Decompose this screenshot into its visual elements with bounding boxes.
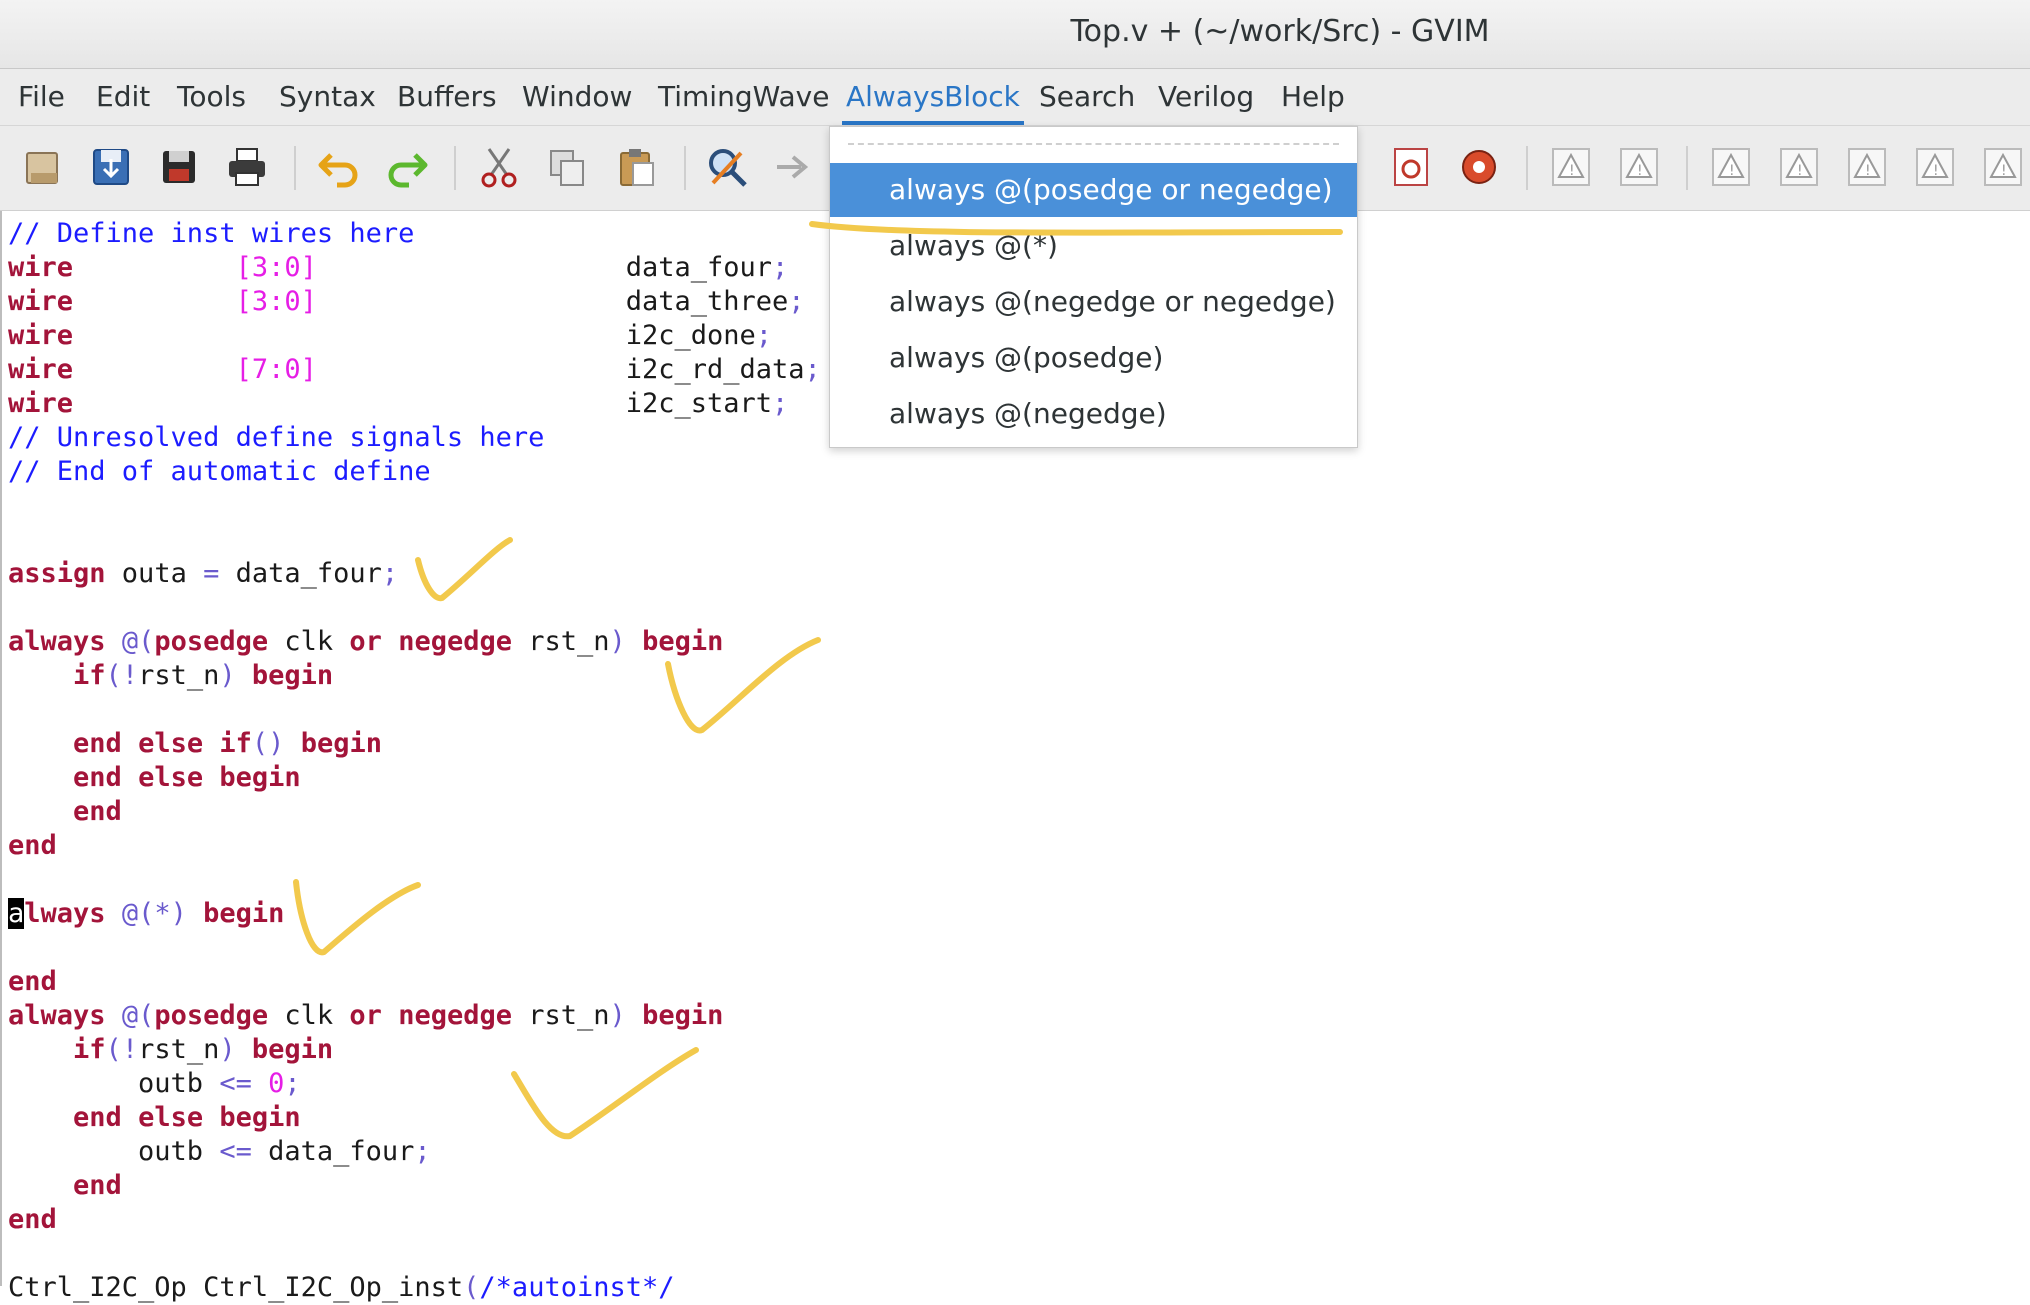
window-title: Top.v + (~/work/Src) - GVIM (1070, 14, 1490, 49)
code-line: // Define inst wires here (8, 218, 415, 249)
run-ctags-icon[interactable] (1456, 144, 1502, 190)
code-line: end else begin (73, 762, 301, 793)
tool-warning-icon[interactable]: ! (1980, 144, 2026, 190)
code-line: end (8, 830, 57, 861)
menu-buffers[interactable]: Buffers (393, 69, 501, 125)
toolbar-separator (1686, 146, 1688, 190)
svg-text:!: ! (2001, 163, 2007, 179)
code-line: wire i2c_done; (8, 320, 773, 351)
code-line: // End of automatic define (8, 456, 431, 487)
save-file-icon[interactable] (88, 144, 134, 190)
code-line: end (8, 1204, 57, 1235)
code-line: end (8, 966, 57, 997)
code-line: if(!rst_n) begin (73, 660, 334, 691)
cut-icon[interactable] (476, 144, 522, 190)
menuitem-always-negedge[interactable]: always @(negedge) (830, 387, 1357, 441)
tool-warning-icon[interactable]: ! (1708, 144, 1754, 190)
tool-warning-icon[interactable]: ! (1912, 144, 1958, 190)
code-line: end (73, 796, 122, 827)
menu-search[interactable]: Search (1035, 69, 1139, 125)
menu-window[interactable]: Window (518, 69, 636, 125)
undo-icon[interactable] (316, 144, 362, 190)
code-line: outb <= 0; (8, 1068, 301, 1099)
open-file-icon[interactable] (20, 144, 66, 190)
code-line: assign outa = data_four; (8, 558, 399, 589)
find-next-icon[interactable] (772, 144, 818, 190)
toolbar-separator (1526, 146, 1528, 190)
svg-text:!: ! (1729, 163, 1735, 179)
code-line: wire [3:0] data_three; (8, 286, 805, 317)
toolbar-separator (454, 146, 456, 190)
tool-warning-icon[interactable]: ! (1616, 144, 1662, 190)
code-line: outb <= data_four; (8, 1136, 431, 1167)
find-replace-icon[interactable] (704, 144, 750, 190)
svg-text:!: ! (1933, 163, 1939, 179)
svg-text:!: ! (1865, 163, 1871, 179)
redo-icon[interactable] (384, 144, 430, 190)
svg-text:!: ! (1797, 163, 1803, 179)
code-line: always @(posedge clk or negedge rst_n) b… (8, 1000, 724, 1031)
menu-verilog[interactable]: Verilog (1154, 69, 1258, 125)
code-line: wire [3:0] data_four; (8, 252, 789, 283)
menu-timingwave[interactable]: TimingWave (654, 69, 833, 125)
toolbar-separator (294, 146, 296, 190)
tool-warning-icon[interactable]: ! (1776, 144, 1822, 190)
title-bar: Top.v + (~/work/Src) - GVIM (0, 0, 2030, 69)
menuitem-always-posedge-or-negedge[interactable]: always @(posedge or negedge) (830, 163, 1357, 217)
tool-warning-icon[interactable]: ! (1548, 144, 1594, 190)
svg-text:!: ! (1637, 163, 1643, 179)
code-line: // Unresolved define signals here (8, 422, 545, 453)
code-line: wire i2c_start; (8, 388, 789, 419)
code-line: end else begin (73, 1102, 301, 1133)
code-line: always @(posedge clk or negedge rst_n) b… (8, 626, 724, 657)
code-line: always @(*) begin (8, 898, 285, 929)
paste-icon[interactable] (614, 144, 660, 190)
menuitem-always-posedge[interactable]: always @(posedge) (830, 331, 1357, 385)
menu-tools[interactable]: Tools (173, 69, 250, 125)
code-line: end (73, 1170, 122, 1201)
copy-icon[interactable] (544, 144, 590, 190)
text-cursor: a (8, 898, 25, 929)
menu-edit[interactable]: Edit (92, 69, 154, 125)
print-icon[interactable] (224, 144, 270, 190)
svg-text:!: ! (1569, 163, 1575, 179)
menu-alwaysblock[interactable]: AlwaysBlock (842, 69, 1024, 125)
menuitem-always-negedge-or-negedge[interactable]: always @(negedge or negedge) (830, 275, 1357, 329)
toolbar-separator (684, 146, 686, 190)
code-line: Ctrl_I2C_Op Ctrl_I2C_Op_inst(/*autoinst*… (8, 1272, 675, 1303)
menu-file[interactable]: File (14, 69, 69, 125)
tear-off-line[interactable] (848, 143, 1339, 145)
code-line: end else if() begin (73, 728, 382, 759)
code-line: wire [7:0] i2c_rd_data; (8, 354, 821, 385)
menuitem-always-star[interactable]: always @(*) (830, 219, 1357, 273)
menu-bar: File Edit Tools Syntax Buffers Window Ti… (0, 69, 2030, 126)
make-icon[interactable] (1388, 144, 1434, 190)
menu-syntax[interactable]: Syntax (275, 69, 380, 125)
menu-help[interactable]: Help (1277, 69, 1349, 125)
save-all-icon[interactable] (156, 144, 202, 190)
tool-warning-icon[interactable]: ! (1844, 144, 1890, 190)
alwaysblock-dropdown-menu: always @(posedge or negedge) always @(*)… (829, 126, 1358, 448)
code-line: if(!rst_n) begin (73, 1034, 334, 1065)
